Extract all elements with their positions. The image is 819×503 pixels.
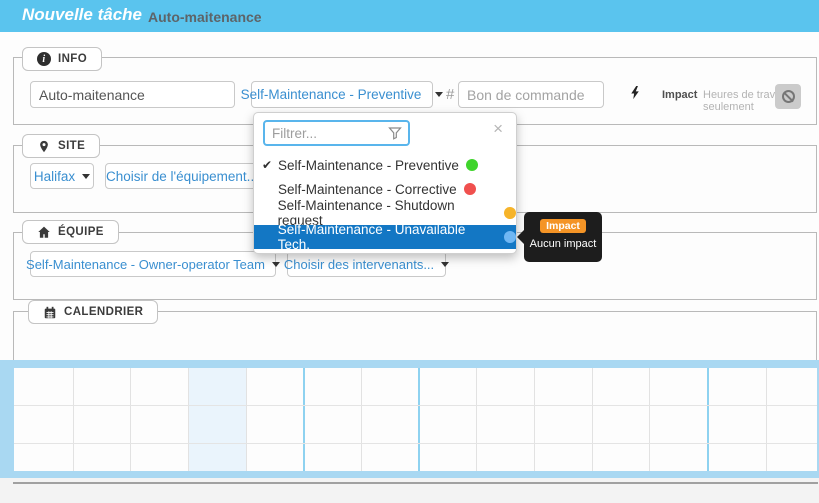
home-icon — [37, 225, 51, 239]
workers-placeholder-label: Choisir des intervenants... — [284, 257, 434, 272]
status-color-dot — [504, 231, 516, 243]
close-icon[interactable]: × — [493, 120, 503, 137]
slash-circle-icon — [782, 90, 795, 103]
chevron-down-icon — [441, 262, 449, 267]
funnel-filter-icon — [387, 125, 403, 141]
status-color-dot — [504, 207, 516, 219]
equipment-dropdown-button[interactable]: Choisir de l'équipement... — [105, 163, 259, 189]
chevron-down-icon — [82, 174, 90, 179]
page-footer — [0, 478, 819, 503]
footer-divider — [13, 482, 818, 484]
site-dropdown-button[interactable]: Halifax — [30, 163, 94, 189]
workers-dropdown-button[interactable]: Choisir des intervenants... — [287, 251, 446, 277]
site-section-label: SITE — [58, 140, 85, 152]
gantt-calendar: Work with external assignee Auto-maitena… — [0, 360, 819, 478]
chevron-down-icon — [435, 92, 443, 97]
impact-tooltip: Impact Aucun impact — [524, 212, 602, 262]
team-dropdown-button[interactable]: Self-Maintenance - Owner-operator Team — [30, 251, 276, 277]
status-color-dot — [466, 159, 478, 171]
impact-label: Impact — [662, 89, 697, 101]
chevron-down-icon — [272, 262, 280, 267]
new-task-page: Nouvelle tâche Auto-maitenance INFO Self… — [0, 0, 819, 503]
page-subtitle: Auto-maitenance — [148, 9, 262, 25]
team-section-tab: ÉQUIPE — [22, 220, 119, 244]
calendar-section-label: CALENDRIER — [64, 306, 143, 318]
info-section-label: INFO — [58, 53, 87, 65]
equipment-placeholder-label: Choisir de l'équipement... — [106, 169, 258, 184]
info-icon — [37, 52, 51, 66]
lightning-bolt-icon — [628, 85, 643, 100]
info-section-tab: INFO — [22, 47, 102, 71]
impact-badge: Impact — [540, 219, 586, 233]
task-name-input[interactable] — [30, 81, 235, 108]
team-selected-label: Self-Maintenance - Owner-operator Team — [26, 257, 265, 272]
impact-tooltip-text: Aucun impact — [530, 238, 597, 250]
task-type-dropdown-panel: × ✔ Self-Maintenance - Preventive Self-M… — [253, 112, 517, 254]
team-section-label: ÉQUIPE — [58, 226, 104, 238]
status-color-dot — [464, 183, 476, 195]
task-type-dropdown-button[interactable]: Self-Maintenance - Preventive — [251, 81, 433, 108]
site-section-tab: SITE — [22, 134, 100, 158]
hash-symbol: # — [446, 86, 454, 103]
page-title: Nouvelle tâche — [22, 5, 142, 25]
type-option-unavailable-tech[interactable]: Self-Maintenance - Unavailable Tech. — [254, 225, 516, 249]
type-options-list: ✔ Self-Maintenance - Preventive Self-Mai… — [254, 153, 516, 249]
impact-hint-label: Heures de travail seulement — [703, 89, 819, 113]
gantt-highlight-column — [188, 368, 246, 471]
task-type-selected-label: Self-Maintenance - Preventive — [241, 87, 422, 102]
purchase-order-input[interactable] — [458, 81, 604, 108]
calendar-section-tab: CALENDRIER — [28, 300, 158, 324]
site-selected-label: Halifax — [34, 169, 75, 184]
map-pin-icon — [37, 139, 51, 154]
no-impact-button[interactable] — [775, 84, 801, 109]
check-icon: ✔ — [262, 158, 278, 172]
type-option-preventive[interactable]: ✔ Self-Maintenance - Preventive — [254, 153, 516, 177]
filter-input-wrap — [263, 120, 410, 146]
page-header: Nouvelle tâche Auto-maitenance — [0, 0, 819, 32]
calendar-icon — [43, 305, 57, 320]
gantt-grid[interactable] — [14, 368, 817, 471]
